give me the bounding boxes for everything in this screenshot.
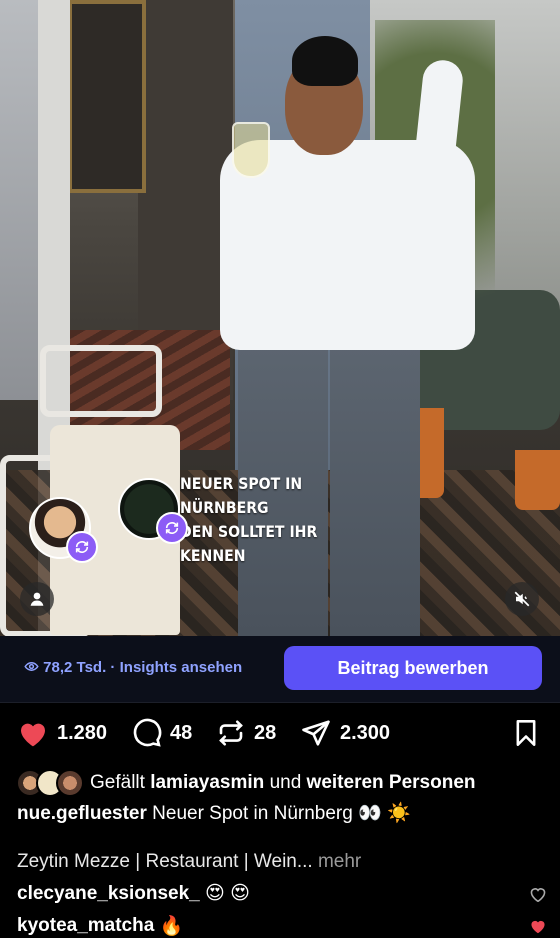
paper-plane-icon: [302, 720, 330, 746]
liked-by-text: Gefällt lamiayasmin und weiteren Persone…: [90, 772, 476, 793]
comment-username[interactable]: clecyane_ksionsek_: [17, 883, 200, 905]
eye-icon: [24, 661, 39, 672]
repost-icon: [156, 512, 188, 544]
mute-button[interactable]: [505, 582, 539, 616]
speaker-muted-icon: [514, 591, 530, 607]
caption-username[interactable]: nue.gefluester: [17, 803, 147, 824]
comment-row: kyotea_matcha 🔥: [17, 914, 547, 938]
caption-text: Neuer Spot in Nürnberg 👀 ☀️: [152, 803, 411, 824]
insights-link[interactable]: Insights ansehen: [120, 659, 243, 676]
comment-text: 🔥: [159, 916, 184, 937]
post-actions: 1.280 48 28 2.300: [0, 712, 560, 760]
repost-icon: [219, 720, 243, 746]
post-media[interactable]: NEUER SPOT IN NÜRNBERG DEN SOLLTET IHR K…: [0, 0, 560, 636]
repost-count: 28: [254, 721, 277, 744]
repost-button[interactable]: 28: [216, 718, 276, 748]
overlay-line-1: NEUER SPOT IN NÜRNBERG: [180, 474, 303, 517]
comment-row: clecyane_ksionsek_ 😍 😍: [17, 882, 547, 905]
heart-filled-icon[interactable]: [529, 918, 547, 934]
share-button[interactable]: 2.300: [300, 718, 390, 748]
comment-count: 48: [170, 721, 193, 744]
comment-username[interactable]: kyotea_matcha: [17, 915, 154, 937]
promote-post-button[interactable]: Beitrag bewerben: [284, 646, 542, 690]
person-icon: [30, 592, 44, 606]
like-count[interactable]: 1.280: [57, 722, 107, 745]
liker-username[interactable]: lamiayasmin: [150, 772, 264, 793]
save-button[interactable]: [512, 718, 540, 748]
post-description: Zeytin Mezze | Restaurant | Wein... mehr: [17, 851, 361, 873]
post-caption: nue.gefluester Neuer Spot in Nürnberg 👀 …: [17, 801, 411, 825]
heart-outline-icon[interactable]: [529, 886, 547, 902]
views-count: 78,2 Tsd.: [43, 659, 107, 676]
views-insights-link[interactable]: 78,2 Tsd. · Insights ansehen: [24, 659, 242, 676]
comment-icon: [133, 718, 162, 747]
more-link[interactable]: mehr: [318, 851, 361, 872]
liked-by-line[interactable]: Gefällt lamiayasmin und weiteren Persone…: [16, 769, 556, 797]
share-count: 2.300: [340, 721, 391, 744]
like-button[interactable]: 1.280: [17, 718, 107, 748]
user-tags-button[interactable]: [20, 582, 54, 616]
repost-icon: [66, 531, 98, 563]
liker-avatar: [56, 769, 84, 797]
insights-bar: 78,2 Tsd. · Insights ansehen Beitrag bew…: [0, 636, 560, 703]
overlay-line-2: DEN SOLLTET IHR KENNEN: [180, 522, 318, 565]
other-likers-link[interactable]: weiteren Personen: [307, 772, 476, 793]
video-text-overlay: NEUER SPOT IN NÜRNBERG DEN SOLLTET IHR K…: [180, 472, 374, 568]
comment-text: 😍 😍: [205, 883, 250, 904]
description-text: Zeytin Mezze | Restaurant | Wein...: [17, 851, 313, 872]
heart-filled-icon: [21, 723, 45, 747]
bookmark-icon: [516, 720, 536, 746]
comment-button[interactable]: 48: [132, 718, 192, 748]
